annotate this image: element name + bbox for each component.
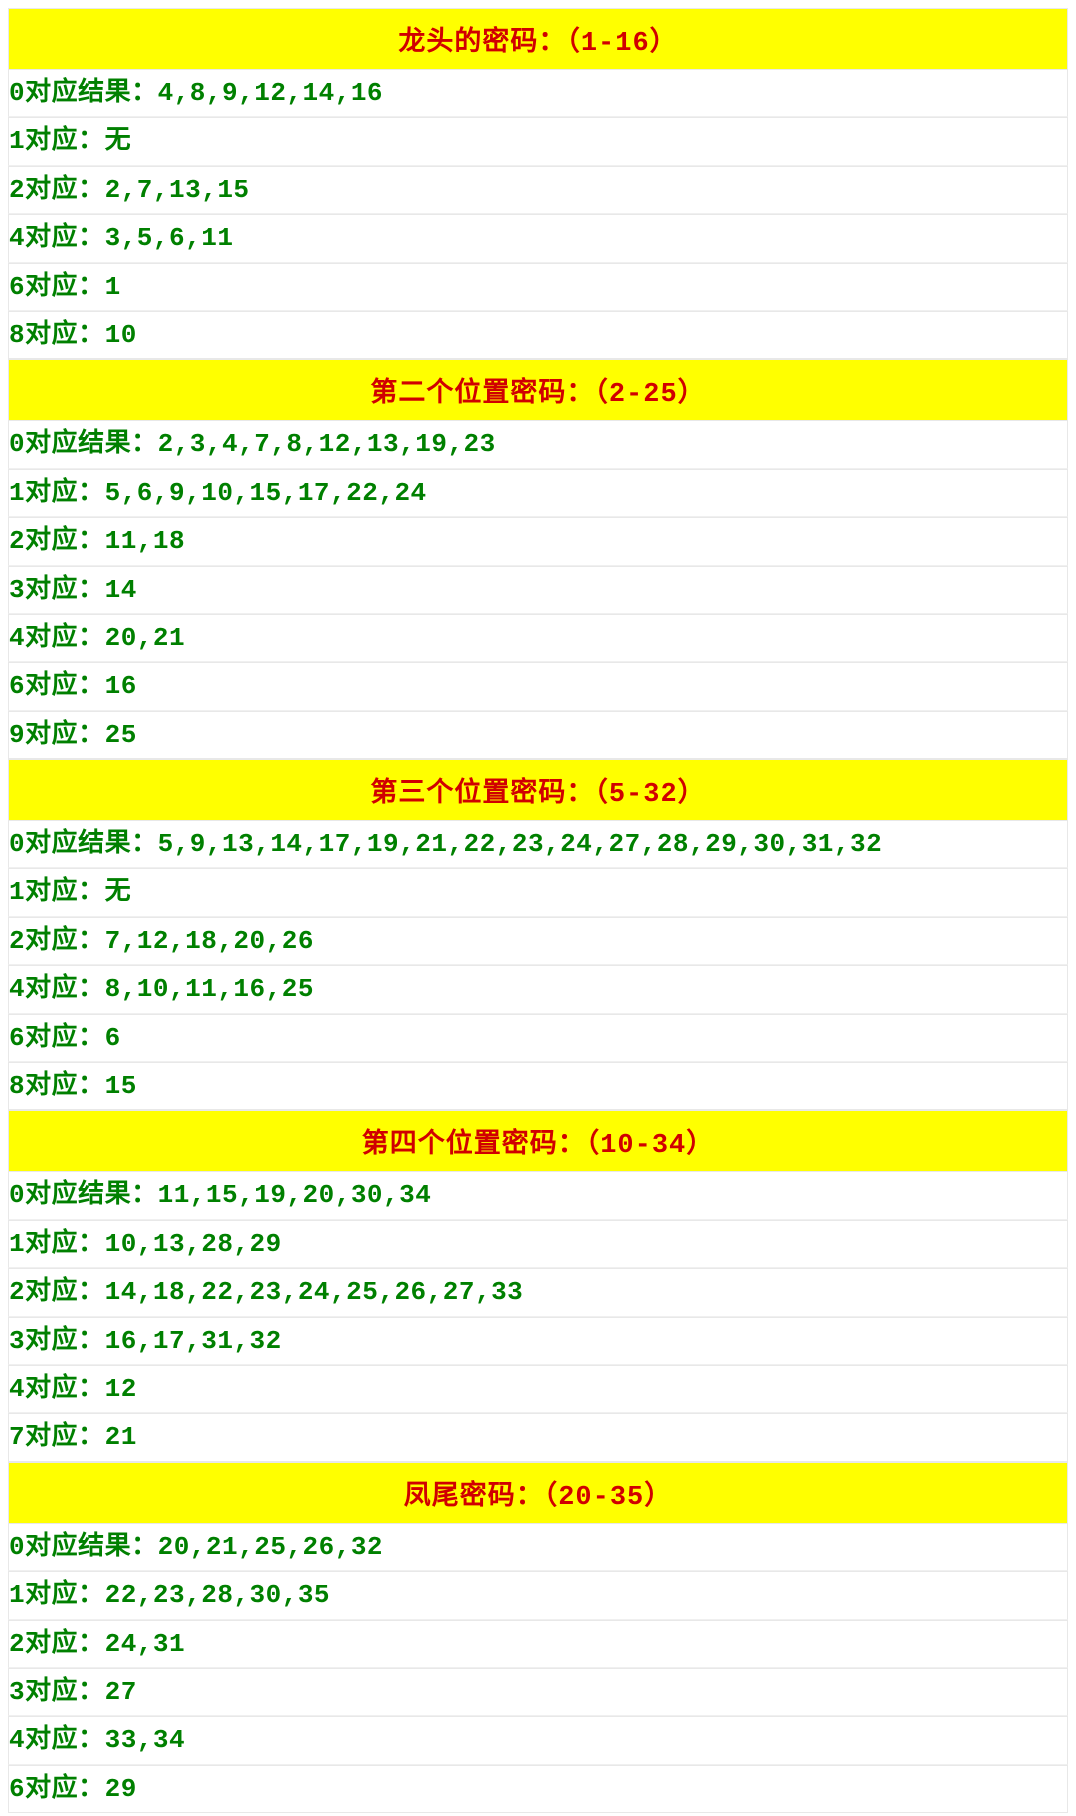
data-row: 3对应：16,17,31,32 (8, 1317, 1068, 1365)
section-header: 第三个位置密码：（5-32） (8, 759, 1068, 820)
data-row: 7对应：21 (8, 1413, 1068, 1461)
data-row: 8对应：10 (8, 311, 1068, 359)
data-row: 1对应：无 (8, 117, 1068, 165)
data-row: 3对应：27 (8, 1668, 1068, 1716)
section-header: 凤尾密码：（20-35） (8, 1462, 1068, 1523)
data-row: 1对应：10,13,28,29 (8, 1220, 1068, 1268)
data-row: 3对应：14 (8, 566, 1068, 614)
section-4: 凤尾密码：（20-35）0对应结果：20,21,25,26,321对应：22,2… (8, 1462, 1068, 1813)
section-header: 第二个位置密码：（2-25） (8, 359, 1068, 420)
data-row: 4对应：33,34 (8, 1716, 1068, 1764)
data-row: 2对应：2,7,13,15 (8, 166, 1068, 214)
data-row: 6对应：16 (8, 662, 1068, 710)
section-0: 龙头的密码：（1-16）0对应结果：4,8,9,12,14,161对应：无2对应… (8, 8, 1068, 359)
data-row: 2对应：24,31 (8, 1620, 1068, 1668)
section-1: 第二个位置密码：（2-25）0对应结果：2,3,4,7,8,12,13,19,2… (8, 359, 1068, 759)
data-row: 2对应：14,18,22,23,24,25,26,27,33 (8, 1268, 1068, 1316)
data-row: 0对应结果：5,9,13,14,17,19,21,22,23,24,27,28,… (8, 820, 1068, 868)
data-row: 4对应：20,21 (8, 614, 1068, 662)
data-row: 1对应：5,6,9,10,15,17,22,24 (8, 469, 1068, 517)
data-row: 6对应：6 (8, 1014, 1068, 1062)
data-row: 9对应：25 (8, 711, 1068, 759)
section-header: 第四个位置密码：（10-34） (8, 1110, 1068, 1171)
data-row: 4对应：12 (8, 1365, 1068, 1413)
data-row: 4对应：8,10,11,16,25 (8, 965, 1068, 1013)
data-row: 0对应结果：11,15,19,20,30,34 (8, 1171, 1068, 1219)
section-header: 龙头的密码：（1-16） (8, 8, 1068, 69)
data-row: 4对应：3,5,6,11 (8, 214, 1068, 262)
data-row: 1对应：22,23,28,30,35 (8, 1571, 1068, 1619)
data-row: 2对应：11,18 (8, 517, 1068, 565)
data-row: 6对应：29 (8, 1765, 1068, 1813)
data-row: 8对应：15 (8, 1062, 1068, 1110)
data-row: 2对应：7,12,18,20,26 (8, 917, 1068, 965)
data-row: 1对应：无 (8, 868, 1068, 916)
data-row: 6对应：1 (8, 263, 1068, 311)
data-row: 0对应结果：20,21,25,26,32 (8, 1523, 1068, 1571)
section-2: 第三个位置密码：（5-32）0对应结果：5,9,13,14,17,19,21,2… (8, 759, 1068, 1110)
section-3: 第四个位置密码：（10-34）0对应结果：11,15,19,20,30,341对… (8, 1110, 1068, 1461)
data-row: 0对应结果：2,3,4,7,8,12,13,19,23 (8, 420, 1068, 468)
data-row: 0对应结果：4,8,9,12,14,16 (8, 69, 1068, 117)
main-container: 龙头的密码：（1-16）0对应结果：4,8,9,12,14,161对应：无2对应… (0, 0, 1076, 1816)
